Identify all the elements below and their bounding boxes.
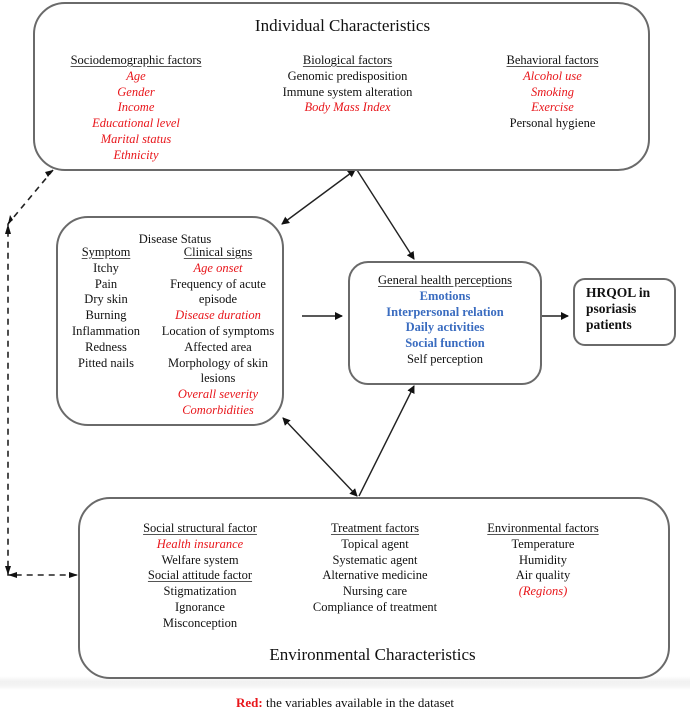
behavioral-header: Behavioral factors (506, 53, 599, 67)
variable-item: Overall severity (177, 387, 259, 402)
variable-item: Alternative medicine (322, 568, 428, 583)
variable-item: Air quality (515, 568, 571, 583)
variable-item: Temperature (511, 536, 575, 551)
legend-caption: Red: the variables available in the data… (0, 695, 690, 711)
variable-item: Compliance of treatment (312, 599, 438, 614)
legend-red-label: Red: (235, 695, 263, 710)
variable-item: Location of symptoms (161, 323, 275, 338)
outcome-line: psoriasis (586, 301, 637, 316)
variable-item: Burning (85, 308, 127, 323)
variable-item: Morphology of skin (168, 355, 268, 370)
outcome-line: HRQOL in (586, 285, 651, 300)
variable-item: (Regions) (518, 584, 568, 599)
dashed-arrowhead-left-top (8, 215, 13, 224)
variable-item: Daily activities (405, 320, 485, 335)
variable-item: Inflammation (71, 323, 141, 338)
general-health-header: General health perceptions (378, 273, 512, 287)
general-health-column: General health perceptions Emotions Inter… (350, 273, 540, 368)
variable-item: Personal hygiene (509, 116, 596, 131)
variable-item: Self perception (406, 351, 483, 366)
variable-item: Humidity (519, 552, 567, 567)
treatment-column: Treatment factors Topical agent Systemati… (300, 521, 450, 616)
symptom-column: Symptom Itchy Pain Dry skin Burning Inflamma… (64, 245, 148, 371)
outcome-line: patients (586, 317, 632, 332)
variable-item: lesions (200, 371, 236, 386)
symptom-header: Symptom (81, 245, 131, 259)
variable-item: Misconception (162, 615, 238, 630)
variable-item: Systematic agent (332, 552, 418, 567)
clinical-signs-column: Clinical signs Age onset Frequency of acu… (156, 245, 280, 419)
environmental-factors-header: Environmental factors (487, 521, 599, 535)
variable-item: Disease duration (175, 308, 261, 323)
dashed-arrowhead-up (5, 224, 11, 234)
variable-item: Genomic predisposition (287, 68, 408, 83)
individual-title: Individual Characteristics (254, 16, 431, 35)
variable-item: Income (117, 100, 155, 115)
dashed-arrowhead-top (45, 170, 53, 177)
variable-item: Comorbidities (182, 402, 254, 417)
variable-item: Welfare system (161, 552, 239, 567)
variable-item: Affected area (184, 339, 252, 354)
clinical-signs-header: Clinical signs (183, 245, 253, 259)
arrow-individual-disease (281, 169, 356, 225)
sociodemographic-column: Sociodemographic factors Age Gender Income… (46, 53, 226, 164)
treatment-header: Treatment factors (330, 521, 420, 535)
variable-item: Topical agent (341, 536, 409, 551)
variable-item: Nursing care (342, 584, 408, 599)
variable-item: Redness (85, 339, 127, 354)
variable-item: Gender (117, 84, 155, 99)
variable-item: episode (198, 292, 238, 307)
arrow-individual-health (356, 169, 415, 260)
social-attitude-header: Social attitude factor (147, 568, 253, 583)
variable-item: Marital status (100, 131, 172, 146)
arrow-disease-environmental (282, 417, 358, 497)
variable-item: Alcohol use (523, 68, 582, 83)
variable-item: Dry skin (84, 292, 128, 307)
variable-item: Social function (405, 336, 485, 351)
sociodemographic-header: Sociodemographic factors (70, 53, 202, 67)
variable-item: Immune system alteration (282, 84, 413, 99)
variable-item: Interpersonal relation (386, 304, 504, 319)
biological-column: Biological factors Genomic predispositio… (255, 53, 440, 116)
variable-item: Pitted nails (78, 355, 134, 370)
variable-item: Stigmatization (163, 584, 237, 599)
environmental-title: Environmental Characteristics (269, 645, 476, 664)
variable-item: Exercise (531, 100, 574, 115)
variable-item: Educational level (92, 116, 180, 131)
variable-item: Emotions (419, 288, 471, 303)
variable-item: Age (126, 68, 146, 83)
environmental-factors-column: Environmental factors Temperature Humidit… (468, 521, 618, 600)
variable-item: Health insurance (156, 536, 244, 551)
variable-item: Frequency of acute (170, 276, 266, 291)
hrqol-outcome-text: HRQOL in psoriasis patients (586, 285, 650, 333)
variable-item: Pain (94, 276, 118, 291)
variable-item: Smoking (530, 84, 575, 99)
dashed-arrowhead-right (69, 572, 78, 578)
behavioral-column: Behavioral factors Alcohol use Smoking Exe… (480, 53, 625, 132)
variable-item: Ignorance (175, 599, 225, 614)
social-structural-column: Social structural factor Health insuranc… (125, 521, 275, 632)
legend-caption-text: the variables available in the dataset (262, 695, 455, 710)
biological-header: Biological factors (302, 53, 393, 67)
arrow-environmental-health (358, 385, 415, 497)
variable-item: Itchy (93, 260, 119, 275)
variable-item: Ethnicity (113, 147, 159, 162)
social-structural-header: Social structural factor (143, 521, 257, 535)
variable-item: Body Mass Index (304, 100, 391, 115)
variable-item: Age onset (193, 260, 243, 275)
dashed-arrowhead-down (5, 566, 11, 575)
dashed-arrowhead-left (8, 572, 17, 578)
